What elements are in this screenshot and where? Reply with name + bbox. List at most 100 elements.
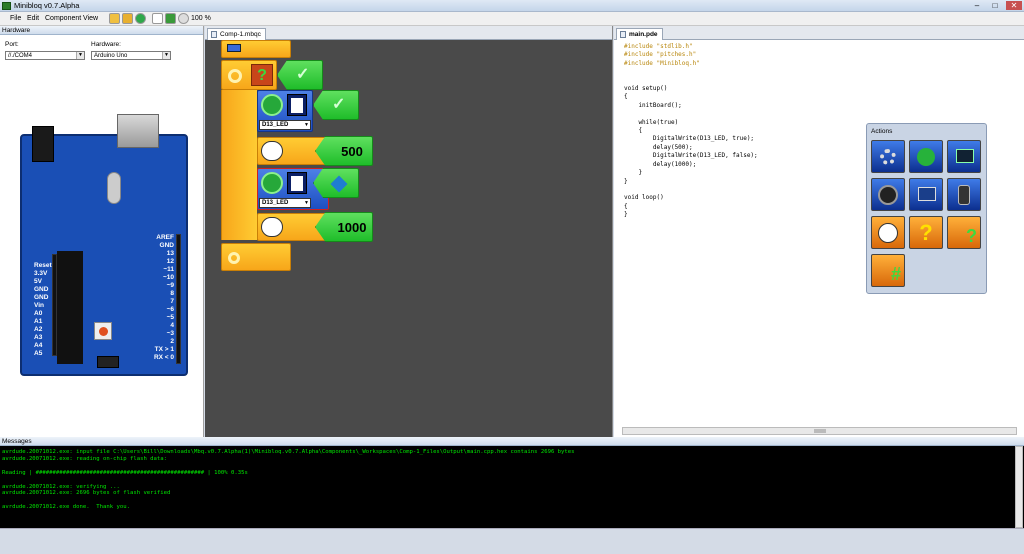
servo-icon[interactable] (947, 178, 981, 211)
delay-clock-icon[interactable] (871, 216, 905, 249)
loop-icon (228, 252, 240, 264)
chevron-down-icon: ▼ (76, 52, 84, 59)
pin-value: D13_LED (262, 122, 289, 128)
menu-component[interactable]: Component (42, 14, 84, 23)
code-line: DigitalWrite(D13_LED, true); (624, 135, 755, 143)
maximize-button[interactable]: □ (988, 1, 1002, 10)
menu-bar: File Edit Component View 100 % (0, 12, 1024, 26)
message-line: avrdude.20071012.exe: verifying ... (2, 483, 120, 490)
message-line (2, 497, 1012, 504)
tab-main-pde[interactable]: main.pde (616, 28, 663, 40)
delay-value-2[interactable]: 1000 (332, 220, 372, 235)
pin-label: ~6 (166, 306, 174, 313)
run-icon[interactable] (135, 13, 146, 24)
start-block[interactable] (221, 40, 291, 58)
true-condition-block[interactable]: ✓ (277, 60, 323, 90)
pin-label: 12 (166, 258, 174, 265)
code-line: delay(500); (624, 143, 693, 151)
chevron-down-icon: ▼ (304, 200, 309, 206)
pin-label: A4 (34, 342, 43, 349)
loop-body-rail (221, 90, 257, 240)
actions-title: Actions (871, 128, 893, 135)
zoom-icon[interactable] (178, 13, 189, 24)
minimize-button[interactable]: – (970, 1, 984, 10)
code-line: #include "Minibloq.h" (624, 59, 700, 67)
note-icon (287, 94, 307, 116)
delay-value-block-1[interactable]: 500 (315, 136, 373, 166)
code-line: DigitalWrite(D13_LED, false); (624, 152, 758, 160)
clock-icon (261, 141, 283, 161)
horizontal-scrollbar[interactable] (622, 427, 1017, 435)
block-editor-pane: Comp-1.mbqc ? ✓ D13_LED ▼ ✓ 500 D13_LED ▼ (205, 26, 613, 437)
tab-component-file[interactable]: Comp-1.mbqc (207, 28, 266, 40)
actions-palette: Actions ? ? # (866, 123, 987, 294)
app-icon (2, 2, 11, 10)
edit-icon[interactable] (152, 13, 163, 24)
digital-write-block-1[interactable]: D13_LED ▼ (257, 90, 313, 132)
code-line: void setup() (624, 85, 668, 93)
usb-connector (117, 114, 159, 148)
tab-label: Comp-1.mbqc (220, 31, 261, 38)
hardware-panel-title: Hardware (0, 26, 203, 35)
messages-title: Messages (0, 437, 1024, 446)
while-loop-icon[interactable]: ? (947, 216, 981, 249)
hardware-select[interactable]: Arduino Uno ▼ (91, 51, 171, 60)
title-bar: Minibloq v0.7.Alpha – □ ✕ (0, 0, 1024, 12)
menu-view[interactable]: View (80, 14, 101, 23)
message-line: Reading | ##############################… (2, 469, 248, 476)
delay-value-block-2[interactable]: 1000 (315, 212, 373, 242)
digital-write-icon[interactable] (909, 140, 943, 173)
new-file-icon[interactable] (109, 13, 120, 24)
code-line: { (624, 93, 628, 101)
status-bar (0, 528, 1024, 554)
code-line: #include "stdlib.h" (624, 43, 693, 50)
tab-label: main.pde (629, 31, 658, 38)
pin-select-2[interactable]: D13_LED ▼ (259, 198, 311, 208)
pin-label: 2 (170, 338, 174, 345)
board-icon[interactable] (165, 13, 176, 24)
document-icon (620, 31, 626, 38)
close-button[interactable]: ✕ (1006, 1, 1022, 10)
pin-select-1[interactable]: D13_LED ▼ (259, 120, 311, 130)
right-pin-header (176, 234, 181, 364)
document-icon (211, 31, 217, 38)
end-loop-block[interactable] (221, 243, 291, 271)
delay-value-1[interactable]: 500 (334, 144, 370, 159)
pin-label: ~10 (162, 274, 174, 281)
pin-label: A5 (34, 350, 43, 357)
repeat-count-icon[interactable]: # (871, 254, 905, 287)
pin-label: 5V (34, 278, 42, 285)
code-line: { (624, 127, 643, 135)
vertical-scrollbar[interactable] (1015, 446, 1023, 528)
pin-label: A2 (34, 326, 43, 333)
serial-monitor-icon[interactable] (909, 178, 943, 211)
clock-icon (261, 217, 283, 237)
oscilloscope-icon[interactable] (947, 140, 981, 173)
pin-value: D13_LED (262, 200, 289, 206)
crystal (107, 172, 121, 204)
speaker-icon[interactable] (871, 178, 905, 211)
pin-label: ~5 (166, 314, 174, 321)
menu-file[interactable]: File (7, 14, 24, 23)
check-icon: ✓ (296, 66, 310, 83)
pin-label: GND (34, 286, 49, 293)
true-value-block[interactable]: ✓ (313, 90, 359, 120)
right-pin-labels: AREF GND 13 12 ~11 ~10 ~9 8 7 ~6 ~5 4 ~3 2 TX > 1 RX <… (136, 234, 174, 362)
port-select[interactable]: //./COM4 ▼ (5, 51, 85, 60)
port-label: Port: (5, 41, 19, 48)
pin-label: A0 (34, 310, 43, 317)
if-question-icon[interactable]: ? (909, 216, 943, 249)
pin-label: AREF (156, 234, 174, 241)
menu-edit[interactable]: Edit (24, 14, 42, 23)
gear-icon[interactable] (871, 140, 905, 173)
code-editor[interactable]: #include "stdlib.h" #include "pitches.h" #… (624, 43, 758, 220)
open-folder-icon[interactable] (122, 13, 133, 24)
while-loop-block[interactable]: ? (221, 60, 277, 90)
messages-console: avrdude.20071012.exe: input file C:\User… (2, 449, 1012, 511)
hardware-panel: Hardware Port: //./COM4 ▼ Hardware: Ardu… (0, 26, 204, 437)
pin-label: GND (34, 294, 49, 301)
note-icon (287, 172, 307, 194)
